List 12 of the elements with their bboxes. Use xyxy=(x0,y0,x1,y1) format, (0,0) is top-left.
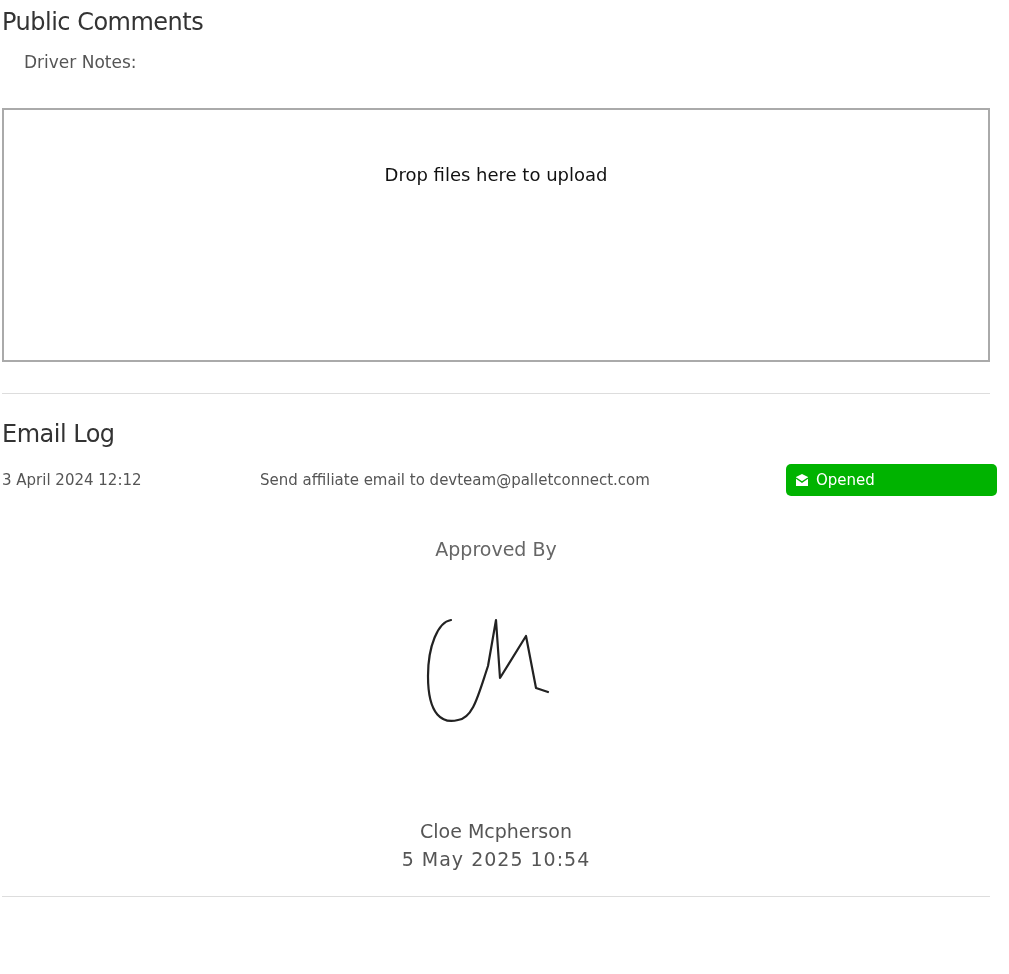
approver-name: Cloe Mcpherson xyxy=(420,820,572,842)
envelope-icon xyxy=(794,472,810,488)
log-date: 3 April 2024 12:12 xyxy=(2,471,143,489)
field-label: Driver Notes: xyxy=(24,52,138,72)
dropzone-text: Drop files here to upload xyxy=(384,164,608,187)
section-title: Email Log xyxy=(2,420,116,448)
approval-date: 5 May 2025 10:54 xyxy=(401,848,591,870)
file-dropzone[interactable]: Drop files here to upload xyxy=(2,108,990,362)
log-description: Send affiliate email to devteam@palletconnect.com xyxy=(260,471,651,489)
status-badge: Opened xyxy=(786,464,997,496)
section-title: Public Comments xyxy=(2,8,205,36)
approved-by-label: Approved By xyxy=(435,538,557,560)
